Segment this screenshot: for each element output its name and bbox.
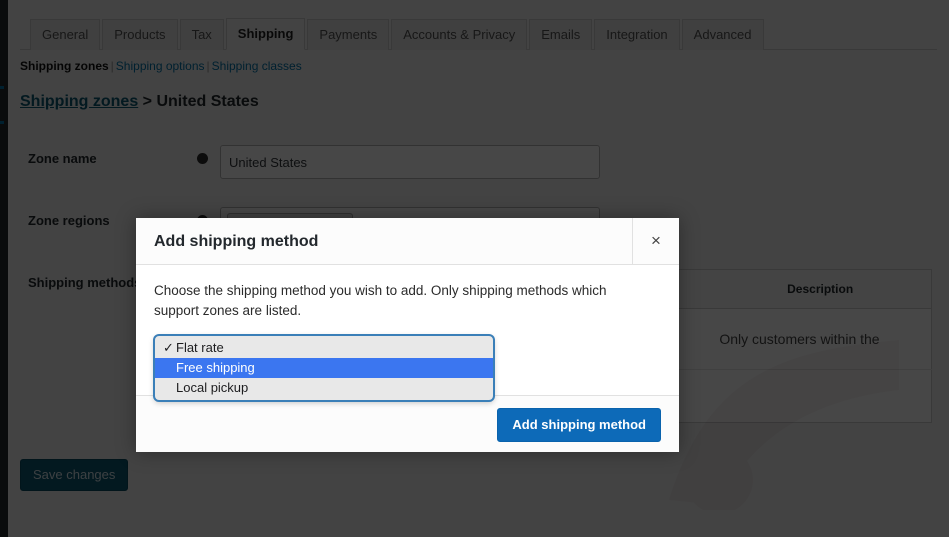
option-free-shipping-label: Free shipping: [176, 360, 255, 375]
modal-add-shipping-method-button[interactable]: Add shipping method: [497, 408, 661, 442]
add-shipping-method-modal: Add shipping method × Choose the shippin…: [136, 218, 679, 452]
modal-description: Choose the shipping method you wish to a…: [154, 281, 654, 321]
option-local-pickup-label: Local pickup: [176, 380, 248, 395]
option-flat-rate[interactable]: ✓Flat rate: [155, 338, 493, 358]
shipping-method-select-shell: ✓Flat rate Free shipping Local pickup: [154, 335, 494, 365]
modal-footer: Add shipping method: [136, 395, 679, 452]
modal-title: Add shipping method: [136, 218, 679, 252]
shipping-method-select-dropdown[interactable]: ✓Flat rate Free shipping Local pickup: [154, 335, 494, 401]
option-flat-rate-label: Flat rate: [176, 340, 224, 355]
option-local-pickup[interactable]: Local pickup: [155, 378, 493, 398]
close-icon[interactable]: ×: [632, 218, 679, 264]
option-free-shipping[interactable]: Free shipping: [155, 358, 493, 378]
modal-body: Choose the shipping method you wish to a…: [136, 265, 679, 395]
modal-header: Add shipping method ×: [136, 218, 679, 265]
checkmark-icon: ✓: [163, 340, 176, 356]
